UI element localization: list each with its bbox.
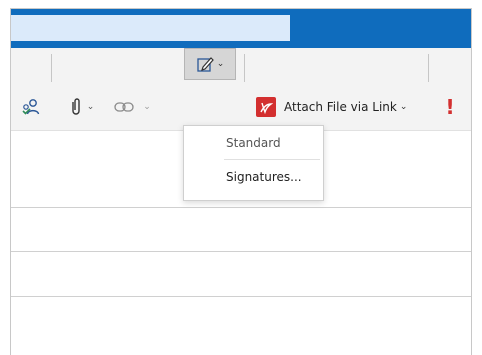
toolbar-separator: [244, 54, 245, 82]
high-importance-button[interactable]: !: [438, 93, 462, 121]
menu-item-label: Signatures...: [226, 170, 302, 184]
compose-window: ⌄ ⌄ ⌄ Attach File via Link ⌄ ! Standard …: [10, 8, 472, 355]
toolbar-separator: [51, 54, 52, 82]
check-names-button[interactable]: [19, 95, 43, 119]
attach-file-button[interactable]: ⌄: [61, 93, 101, 121]
adobe-pdf-icon: [256, 97, 276, 117]
signature-dropdown-menu: Standard Signatures...: [183, 125, 324, 201]
toolbar-separator: [428, 54, 429, 82]
menu-item-signatures[interactable]: Signatures...: [184, 164, 323, 190]
menu-item-standard[interactable]: Standard: [184, 130, 323, 156]
attach-file-via-link-button[interactable]: Attach File via Link ⌄: [256, 93, 422, 121]
field-divider: [11, 207, 471, 208]
chevron-down-icon: ⌄: [216, 59, 225, 69]
signature-button[interactable]: ⌄: [184, 48, 236, 80]
ribbon-toolbar: ⌄ ⌄ ⌄ Attach File via Link ⌄ !: [11, 48, 471, 131]
menu-item-label: Standard: [226, 136, 281, 150]
chevron-down-icon: ⌄: [143, 102, 151, 112]
insert-link-button[interactable]: ⌄: [107, 93, 157, 121]
chevron-down-icon: ⌄: [399, 102, 408, 112]
field-divider: [11, 296, 471, 297]
paperclip-icon: [72, 98, 80, 115]
signature-pen-icon: [197, 57, 214, 72]
attach-file-via-link-label: Attach File via Link: [284, 100, 397, 114]
field-divider: [11, 251, 471, 252]
chevron-down-icon: ⌄: [86, 102, 95, 112]
title-bar: [11, 9, 471, 48]
menu-separator: [224, 159, 320, 160]
subject-title-field[interactable]: [11, 15, 290, 41]
check-names-icon: [22, 99, 40, 115]
high-importance-icon: !: [445, 95, 455, 119]
link-icon: [114, 102, 134, 112]
